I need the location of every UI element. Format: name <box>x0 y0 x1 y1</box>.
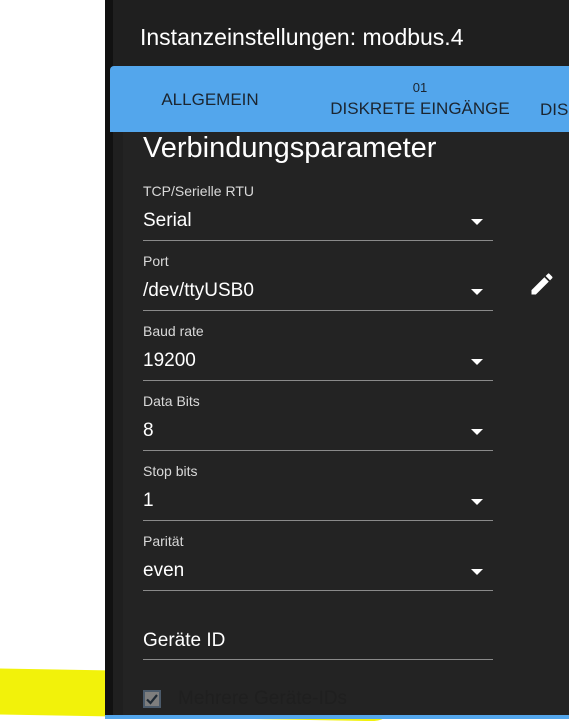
field-label: Parität <box>143 533 184 549</box>
field-label: Data Bits <box>143 393 200 409</box>
field-value: even <box>143 560 185 581</box>
field-label: Port <box>143 253 169 269</box>
tab-discrete-inputs-number: 01 <box>412 79 428 95</box>
triangle-down-icon <box>471 429 483 435</box>
baud-rate-select[interactable]: Baud rate 19200 <box>143 323 493 381</box>
triangle-down-icon <box>471 219 483 225</box>
settings-content: Verbindungsparameter TCP/Serielle RTU Se… <box>123 132 569 719</box>
port-select[interactable]: Port /dev/ttyUSB0 <box>143 253 493 311</box>
triangle-down-icon <box>471 289 483 295</box>
multiple-device-ids-label: Mehrere Geräte-IDs <box>178 688 347 709</box>
tab-discrete-inputs-label: DISKRETE EINGÄNGE <box>330 98 510 118</box>
parity-select[interactable]: Parität even <box>143 533 493 591</box>
tab-bar: ALLGEMEIN 01 DISKRETE EINGÄNGE DIS <box>110 66 569 132</box>
field-label: TCP/Serielle RTU <box>143 183 254 199</box>
field-value: /dev/ttyUSB0 <box>143 280 254 301</box>
tab-next-partial-label: DIS <box>540 99 569 119</box>
triangle-down-icon <box>471 569 483 575</box>
device-id-placeholder: Geräte ID <box>143 630 226 651</box>
bottom-accent <box>105 715 569 719</box>
triangle-down-icon <box>471 359 483 365</box>
device-id-field[interactable]: Geräte ID <box>143 630 493 660</box>
field-value: 1 <box>143 490 154 511</box>
stop-bits-select[interactable]: Stop bits 1 <box>143 463 493 521</box>
field-value: 19200 <box>143 350 196 371</box>
section-title: Verbindungsparameter <box>143 132 437 164</box>
field-value: 8 <box>143 420 154 441</box>
field-value: Serial <box>143 210 192 231</box>
tab-next-partial[interactable]: DIS <box>540 66 569 132</box>
multiple-device-ids-checkbox[interactable] <box>143 690 161 708</box>
pencil-icon[interactable] <box>528 270 556 298</box>
multiple-device-ids-option[interactable]: Mehrere Geräte-IDs <box>143 685 347 713</box>
tab-general[interactable]: ALLGEMEIN <box>110 66 310 132</box>
tab-discrete-inputs[interactable]: 01 DISKRETE EINGÄNGE <box>315 66 525 132</box>
dialog-title: Instanzeinstellungen: modbus.4 <box>140 24 464 50</box>
field-label: Stop bits <box>143 463 198 479</box>
data-bits-select[interactable]: Data Bits 8 <box>143 393 493 451</box>
field-label: Baud rate <box>143 323 204 339</box>
triangle-down-icon <box>471 499 483 505</box>
check-icon <box>146 694 158 705</box>
tab-general-label: ALLGEMEIN <box>161 90 259 109</box>
instance-settings-dialog: Instanzeinstellungen: modbus.4 ALLGEMEIN… <box>105 0 569 719</box>
connection-type-select[interactable]: TCP/Serielle RTU Serial <box>143 183 493 241</box>
